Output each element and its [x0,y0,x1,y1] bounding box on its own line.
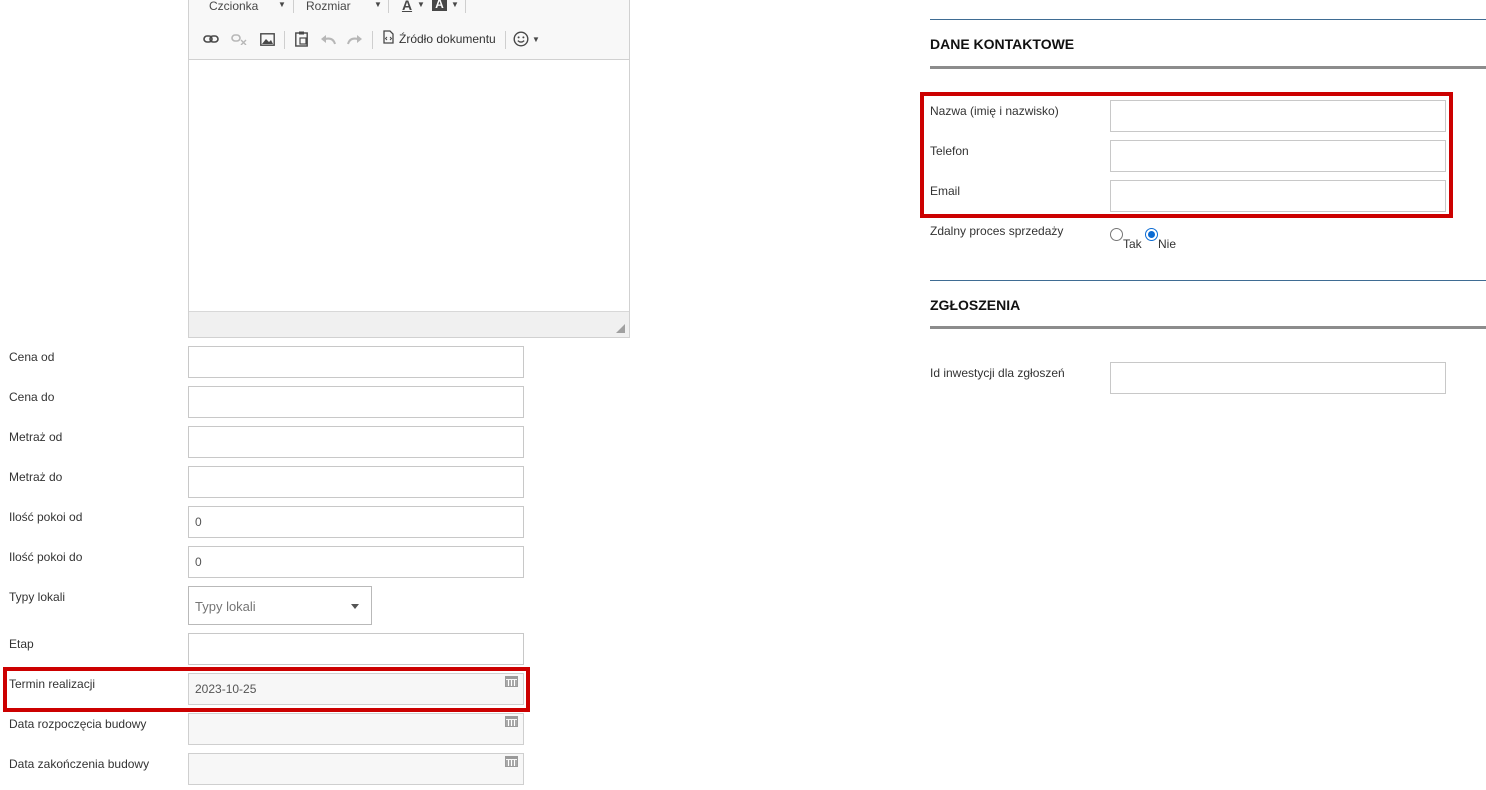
rooms-from-label: Ilość pokoi od [9,510,83,524]
editor-toolbar: Czcionka ▼ Rozmiar ▼ A ▼ A ▼ Źródło doku… [189,0,629,60]
investment-id-label: Id inwestycji dla zgłoszeń [930,366,1065,380]
remote-sales-no-radio[interactable] [1145,228,1158,241]
area-to-label: Metraż do [9,470,63,484]
completion-date-label: Termin realizacji [9,677,96,691]
build-start-label: Data rozpoczęcia budowy [9,717,147,731]
editor-status-bar [189,311,629,337]
price-to-input[interactable] [188,386,524,418]
remote-sales-yes-radio[interactable] [1110,228,1123,241]
stage-label: Etap [9,637,34,651]
remote-sales-label: Zdalny proces sprzedaży [930,224,1064,238]
unit-types-label: Typy lokali [9,590,66,604]
toolbar-divider [388,0,389,13]
section-underline [930,66,1486,69]
contact-section-title: DANE KONTAKTOWE [930,36,1075,52]
background-color-icon[interactable]: A [432,0,447,11]
link-icon[interactable] [201,29,221,49]
remote-sales-yes-label[interactable]: Tak [1123,237,1142,251]
remote-sales-no-label[interactable]: Nie [1158,237,1176,251]
source-button[interactable]: Źródło dokumentu [383,30,496,47]
area-to-input[interactable] [188,466,524,498]
rooms-to-input[interactable] [188,546,524,578]
build-start-input[interactable] [188,713,524,745]
stage-input[interactable] [188,633,524,665]
redo-icon[interactable] [345,29,365,49]
unlink-icon[interactable] [229,29,249,49]
toolbar-divider [293,0,294,13]
unit-types-select[interactable]: Typy lokali [188,586,372,625]
email-label: Email [930,184,961,198]
rooms-from-input[interactable] [188,506,524,538]
reports-section-title: ZGŁOSZENIA [930,297,1021,313]
completion-date-input[interactable] [188,673,524,705]
section-underline [930,326,1486,329]
chevron-down-icon[interactable]: ▼ [374,0,382,9]
image-icon[interactable] [257,29,277,49]
section-divider [930,280,1486,281]
calendar-icon[interactable] [505,716,518,727]
toolbar-divider [505,31,506,49]
build-end-input[interactable] [188,753,524,785]
calendar-icon[interactable] [505,676,518,687]
contact-name-label: Nazwa (imię i nazwisko) [930,104,1059,118]
contact-name-input[interactable] [1110,100,1446,132]
phone-label: Telefon [930,144,969,158]
calendar-icon[interactable] [505,756,518,767]
source-label: Źródło dokumentu [399,31,496,46]
build-end-label: Data zakończenia budowy [9,757,150,771]
area-from-label: Metraż od [9,430,63,444]
investment-id-input[interactable] [1110,362,1446,394]
section-divider [930,19,1486,20]
price-from-input[interactable] [188,346,524,378]
undo-icon[interactable] [318,29,338,49]
emoji-icon[interactable] [511,29,531,49]
area-from-input[interactable] [188,426,524,458]
phone-input[interactable] [1110,140,1446,172]
source-icon [383,30,394,47]
chevron-down-icon[interactable]: ▼ [451,0,459,9]
toolbar-divider [284,31,285,49]
chevron-down-icon[interactable]: ▼ [278,0,286,9]
resize-handle-icon[interactable] [616,324,625,333]
toolbar-divider [372,31,373,49]
unit-types-placeholder: Typy lokali [195,599,256,614]
font-combo[interactable]: Czcionka [209,0,258,13]
toolbar-divider [465,0,466,13]
email-input[interactable] [1110,180,1446,212]
size-combo[interactable]: Rozmiar [306,0,351,13]
rich-text-editor: Czcionka ▼ Rozmiar ▼ A ▼ A ▼ Źródło doku… [188,0,630,338]
text-color-icon[interactable]: A [397,0,417,15]
editor-content-area[interactable] [189,60,629,311]
price-to-label: Cena do [9,390,55,404]
chevron-down-icon [351,604,359,609]
rooms-to-label: Ilość pokoi do [9,550,83,564]
paste-icon[interactable] [291,29,311,49]
chevron-down-icon[interactable]: ▼ [417,0,425,9]
price-from-label: Cena od [9,350,55,364]
chevron-down-icon[interactable]: ▼ [532,35,540,44]
